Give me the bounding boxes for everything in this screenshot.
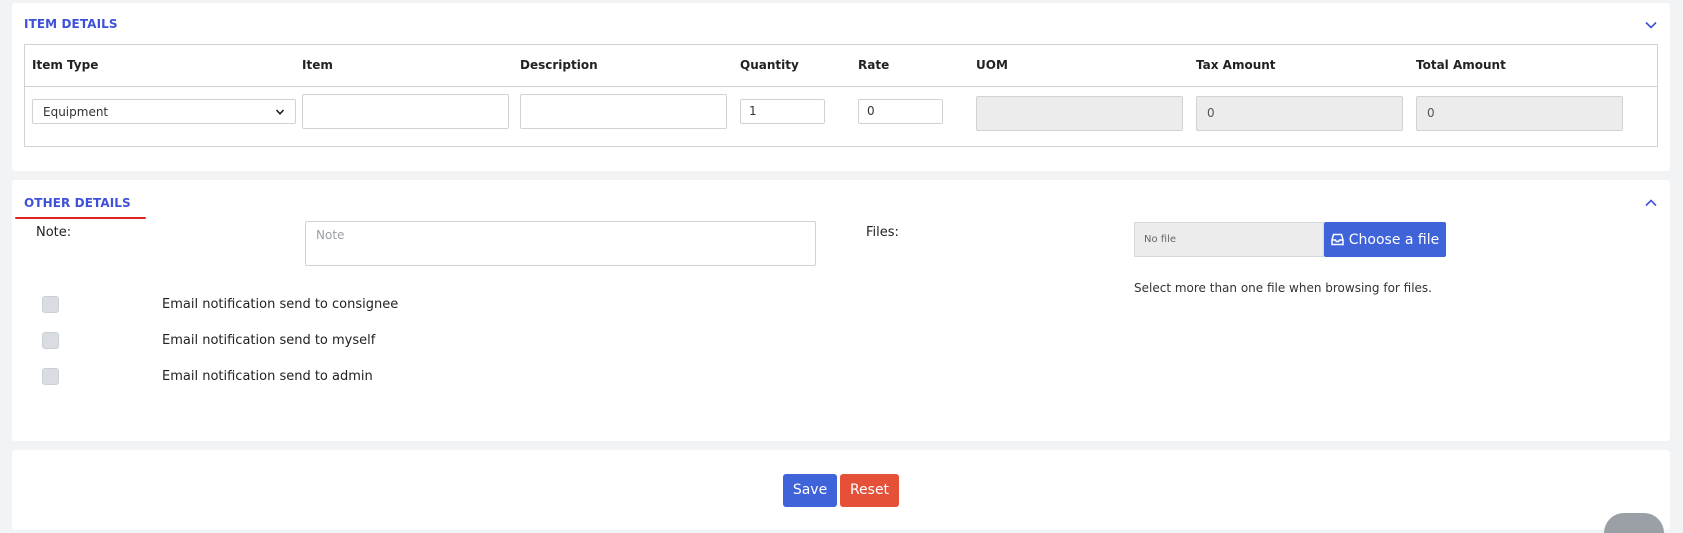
- item-type-value: Equipment: [43, 104, 109, 119]
- active-section-underline: [15, 217, 146, 219]
- item-type-select[interactable]: Equipment: [32, 99, 296, 124]
- col-uom: UOM: [976, 58, 1008, 72]
- col-rate: Rate: [858, 58, 890, 72]
- note-placeholder: Note: [316, 228, 345, 242]
- tax-amount-value: 0: [1207, 106, 1215, 120]
- description-input[interactable]: [520, 94, 727, 129]
- item-details-title[interactable]: ITEM DETAILS: [24, 17, 118, 31]
- admin-checkbox-label[interactable]: Email notification send to admin: [162, 369, 373, 384]
- reset-button[interactable]: Reset: [840, 474, 899, 507]
- col-quantity: Quantity: [740, 58, 799, 72]
- save-button[interactable]: Save: [783, 474, 837, 507]
- item-input[interactable]: [302, 94, 509, 129]
- file-name-field: No file: [1134, 222, 1324, 257]
- actions-card: Save Reset: [12, 450, 1670, 530]
- table-header: Item Type Item Description Quantity Rate…: [25, 45, 1657, 87]
- item-details-card: ITEM DETAILS Item Type Item Description …: [12, 3, 1670, 171]
- consignee-checkbox-label[interactable]: Email notification send to consignee: [162, 297, 398, 312]
- total-amount-value: 0: [1427, 106, 1435, 120]
- consignee-checkbox[interactable]: [42, 296, 59, 313]
- quantity-value: 1: [749, 104, 757, 118]
- floating-button-edge[interactable]: [1604, 513, 1664, 533]
- admin-checkbox[interactable]: [42, 368, 59, 385]
- file-placeholder: No file: [1144, 234, 1177, 245]
- files-hint: Select more than one file when browsing …: [1134, 281, 1432, 295]
- rate-value: 0: [867, 104, 875, 118]
- item-table: Item Type Item Description Quantity Rate…: [24, 44, 1658, 147]
- rate-input[interactable]: 0: [858, 99, 943, 124]
- inbox-icon: [1331, 233, 1344, 246]
- col-description: Description: [520, 58, 598, 72]
- note-textarea[interactable]: Note: [305, 221, 816, 266]
- col-item-type: Item Type: [32, 58, 99, 72]
- files-label: Files:: [866, 225, 899, 240]
- chevron-up-icon[interactable]: [1644, 196, 1658, 210]
- table-row: Equipment 1 0 0 0: [25, 86, 1657, 147]
- tax-amount-field: 0: [1196, 96, 1403, 131]
- myself-checkbox-label[interactable]: Email notification send to myself: [162, 333, 375, 348]
- choose-file-button[interactable]: Choose a file: [1324, 222, 1446, 257]
- note-label: Note:: [36, 225, 72, 240]
- uom-field: [976, 96, 1183, 131]
- myself-checkbox[interactable]: [42, 332, 59, 349]
- quantity-input[interactable]: 1: [740, 99, 825, 124]
- other-details-title[interactable]: OTHER DETAILS: [24, 196, 131, 210]
- chevron-down-icon[interactable]: [1644, 18, 1658, 32]
- col-total-amount: Total Amount: [1416, 58, 1506, 72]
- chevron-down-icon: [275, 107, 285, 117]
- col-item: Item: [302, 58, 333, 72]
- col-tax-amount: Tax Amount: [1196, 58, 1276, 72]
- total-amount-field: 0: [1416, 96, 1623, 131]
- other-details-card: OTHER DETAILS Note: Note Files: No file …: [12, 180, 1670, 441]
- choose-file-label: Choose a file: [1348, 231, 1440, 248]
